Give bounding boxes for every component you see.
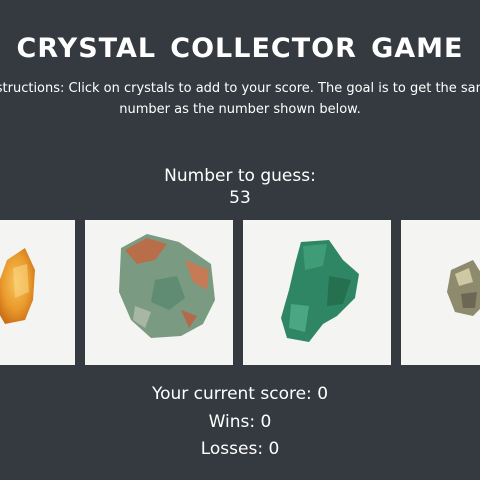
- crystal-button-orange[interactable]: [0, 220, 75, 365]
- wins-line: Wins: 0: [0, 411, 480, 433]
- wins-value: 0: [260, 412, 272, 432]
- orange-crystal-icon: [0, 248, 35, 324]
- game-page: Crystal Collector Game Instructions: Cli…: [0, 0, 480, 480]
- crystal-button-malachite[interactable]: [243, 220, 391, 365]
- losses-label: Losses:: [200, 439, 269, 459]
- losses-value: 0: [268, 439, 280, 459]
- crystal-button-pyrite[interactable]: [401, 220, 480, 365]
- wins-label: Wins:: [208, 412, 261, 432]
- losses-line: Losses: 0: [0, 438, 480, 460]
- instructions-text: Instructions: Click on crystals to add t…: [0, 81, 480, 117]
- crystal-button-green-copper[interactable]: [85, 220, 233, 365]
- page-title: Crystal Collector Game: [16, 22, 464, 66]
- pyrite-crystal-icon: [447, 260, 480, 316]
- score-value: 0: [317, 384, 329, 404]
- target-number: 53: [229, 188, 251, 208]
- score-line: Your current score: 0: [0, 383, 480, 405]
- green-copper-crystal-icon: [119, 234, 215, 338]
- score-label: Your current score:: [151, 384, 318, 404]
- target-label: Number to guess:: [164, 166, 316, 186]
- malachite-crystal-icon: [281, 240, 359, 342]
